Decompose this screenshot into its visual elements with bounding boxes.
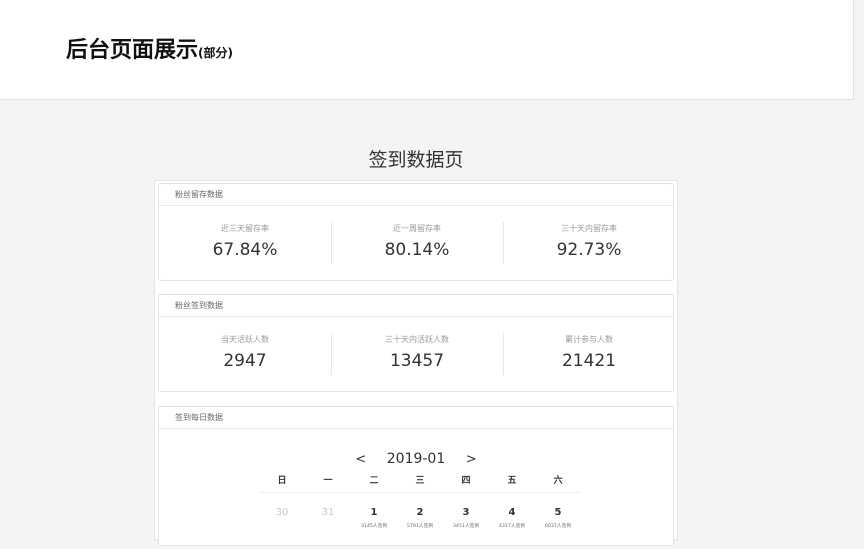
header-title-text: 后台页面展示 bbox=[66, 38, 199, 63]
calendar-days: 30 31 1 3145人签到 2 5791人签到 3 3451人签到 4 43… bbox=[259, 507, 581, 547]
day-signin-count: 6037人签到 bbox=[544, 523, 572, 529]
day-signin-count: 4317人签到 bbox=[498, 523, 526, 529]
daily-card-title: 签到每日数据 bbox=[159, 407, 673, 429]
weekday-mon: 一 bbox=[323, 476, 333, 486]
calendar-weekdays: 日 一 二 三 四 五 六 bbox=[259, 473, 581, 493]
retention-stats: 近三天留存率 67.84% 近一周留存率 80.14% 三十天内留存率 92.7… bbox=[159, 206, 673, 280]
calendar-month: 2019-01 bbox=[386, 451, 446, 467]
retention-card-title: 粉丝留存数据 bbox=[159, 184, 673, 206]
daily-card: 签到每日数据 < 2019-01 > 日 一 二 三 四 五 六 30 31 1… bbox=[158, 406, 674, 546]
page-header: 后台页面展示(部分) bbox=[0, 0, 854, 100]
stat-label: 当天活跃人数 bbox=[221, 335, 269, 344]
day-number: 3 bbox=[462, 507, 470, 518]
stat-value: 2947 bbox=[223, 351, 267, 371]
day-signin-count: 3451人签到 bbox=[452, 523, 480, 529]
calendar-day[interactable]: 31 bbox=[305, 507, 351, 518]
calendar-day[interactable]: 2 5791人签到 bbox=[397, 507, 443, 529]
stat-label: 累计参与人数 bbox=[565, 335, 613, 344]
day-number: 2 bbox=[416, 507, 424, 518]
weekday-fri: 五 bbox=[507, 476, 517, 486]
stat-30day-retention: 三十天内留存率 92.73% bbox=[503, 206, 675, 280]
calendar-day[interactable]: 1 3145人签到 bbox=[351, 507, 397, 529]
header-subtitle: (部分) bbox=[198, 46, 233, 60]
next-month-button[interactable]: > bbox=[450, 452, 493, 467]
stat-value: 80.14% bbox=[384, 240, 450, 260]
signin-card-title: 粉丝签到数据 bbox=[159, 295, 673, 317]
stat-value: 67.84% bbox=[212, 240, 278, 260]
stat-active-today: 当天活跃人数 2947 bbox=[159, 317, 331, 391]
calendar-day[interactable]: 30 bbox=[259, 507, 305, 518]
stat-value: 13457 bbox=[389, 351, 445, 371]
stat-3day-retention: 近三天留存率 67.84% bbox=[159, 206, 331, 280]
day-number: 30 bbox=[275, 507, 289, 518]
weekday-wed: 三 bbox=[415, 476, 425, 486]
calendar-nav: < 2019-01 > bbox=[159, 451, 673, 467]
page-title: 签到数据页 bbox=[368, 149, 464, 171]
signin-stats: 当天活跃人数 2947 三十天内活跃人数 13457 累计参与人数 21421 bbox=[159, 317, 673, 391]
day-signin-count: 3145人签到 bbox=[360, 523, 388, 529]
stat-label: 近一周留存率 bbox=[393, 224, 441, 233]
signin-card: 粉丝签到数据 当天活跃人数 2947 三十天内活跃人数 13457 累计参与人数… bbox=[158, 294, 674, 392]
calendar-day[interactable]: 4 4317人签到 bbox=[489, 507, 535, 529]
retention-card: 粉丝留存数据 近三天留存率 67.84% 近一周留存率 80.14% 三十天内留… bbox=[158, 183, 674, 281]
stat-value: 92.73% bbox=[556, 240, 622, 260]
calendar-day[interactable]: 3 3451人签到 bbox=[443, 507, 489, 529]
calendar: < 2019-01 > 日 一 二 三 四 五 六 30 31 1 3145人签… bbox=[159, 429, 673, 549]
weekday-thu: 四 bbox=[461, 476, 471, 486]
weekday-sat: 六 bbox=[553, 476, 563, 486]
day-number: 31 bbox=[321, 507, 335, 518]
day-number: 4 bbox=[508, 507, 516, 518]
day-number: 1 bbox=[370, 507, 378, 518]
stat-label: 近三天留存率 bbox=[221, 224, 269, 233]
day-signin-count: 5791人签到 bbox=[406, 523, 434, 529]
stat-week-retention: 近一周留存率 80.14% bbox=[331, 206, 503, 280]
stat-label: 三十天内活跃人数 bbox=[385, 335, 449, 344]
prev-month-button[interactable]: < bbox=[339, 452, 382, 467]
stat-value: 21421 bbox=[561, 351, 617, 371]
stat-active-30day: 三十天内活跃人数 13457 bbox=[331, 317, 503, 391]
weekday-tue: 二 bbox=[369, 476, 379, 486]
stat-label: 三十天内留存率 bbox=[561, 224, 617, 233]
day-number: 5 bbox=[554, 507, 562, 518]
stat-total-participants: 累计参与人数 21421 bbox=[503, 317, 675, 391]
header-title: 后台页面展示(部分) bbox=[66, 32, 233, 64]
calendar-day[interactable]: 5 6037人签到 bbox=[535, 507, 581, 529]
weekday-sun: 日 bbox=[277, 476, 287, 486]
